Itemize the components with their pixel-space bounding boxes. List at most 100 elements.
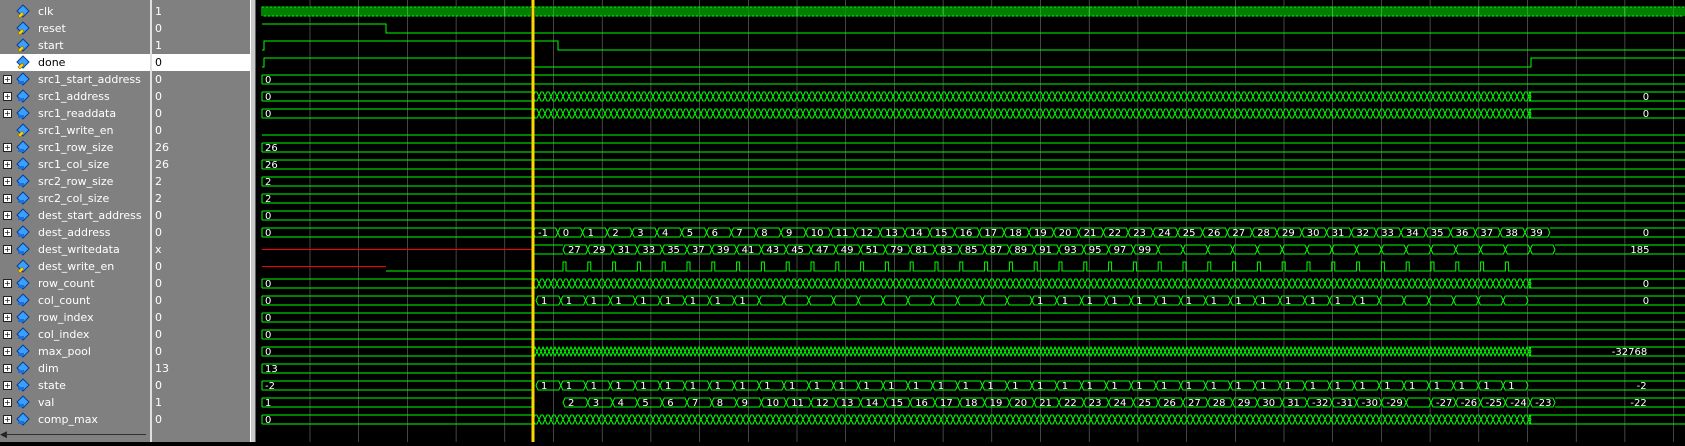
- bus-segment: [1072, 414, 1080, 425]
- signal-value[interactable]: 1: [152, 3, 250, 20]
- expand-plus-icon[interactable]: +: [3, 160, 12, 169]
- expand-plus-icon[interactable]: +: [3, 415, 12, 424]
- signal-value[interactable]: 0: [152, 20, 250, 37]
- name-pane-scrollbar[interactable]: ◀: [0, 429, 150, 441]
- signal-row-reset[interactable]: reset: [0, 20, 150, 37]
- signal-row-clk[interactable]: clk: [0, 3, 150, 20]
- bus-segment: [940, 91, 948, 102]
- signal-value[interactable]: 1: [152, 37, 250, 54]
- signal-value[interactable]: 1: [152, 394, 250, 411]
- wave-end-label: 0: [1643, 92, 1649, 103]
- wave-value-label: 1: [1335, 381, 1341, 392]
- signal-row-val[interactable]: + val: [0, 394, 150, 411]
- signal-name: src2_col_size: [38, 192, 110, 205]
- scroll-left-arrow-icon[interactable]: ◀: [0, 429, 7, 441]
- signal-row-start[interactable]: start: [0, 37, 150, 54]
- expand-plus-icon[interactable]: +: [3, 347, 12, 356]
- expand-plus-icon[interactable]: +: [3, 211, 12, 220]
- signal-value[interactable]: 0: [152, 122, 250, 139]
- signal-value[interactable]: 26: [152, 156, 250, 173]
- signal-row-max-pool[interactable]: + max_pool: [0, 343, 150, 360]
- signal-value[interactable]: 0: [152, 411, 250, 428]
- signal-value[interactable]: 0: [152, 275, 250, 292]
- signal-value[interactable]: 0: [152, 105, 250, 122]
- bus-segment: [585, 295, 611, 306]
- signal-value-pane[interactable]: 1 0 1 0 0 0 0 0 26 26 2 2 0 0 x 0 0 0 0 0 0 13 0 1 0: [152, 0, 250, 442]
- bus-segment: [1156, 345, 1162, 358]
- signal-value[interactable]: 0: [152, 54, 250, 71]
- bus-segment: [560, 345, 566, 358]
- expand-plus-icon[interactable]: +: [3, 177, 12, 186]
- signal-row-col-count[interactable]: + col_count: [0, 292, 150, 309]
- signal-value[interactable]: 26: [152, 139, 250, 156]
- expand-plus-icon[interactable]: +: [3, 109, 12, 118]
- signal-row-src2-row-size[interactable]: + src2_row_size: [0, 173, 150, 190]
- bus-segment: [946, 91, 954, 102]
- bus-segment: [928, 91, 936, 102]
- signal-row-src1-row-size[interactable]: + src1_row_size: [0, 139, 150, 156]
- expand-plus-icon[interactable]: +: [3, 279, 12, 288]
- wave-value-label: 31: [618, 245, 631, 256]
- waveform-pane[interactable]: 0 0 0 26 26 2 2 0 0 0 0 0 0 0 13 -2 1 0 -1 0 1 2 3 4 5 6 7 8 9 10 11 12…: [256, 0, 1685, 442]
- expand-plus-icon[interactable]: +: [3, 245, 12, 254]
- expand-plus-icon[interactable]: +: [3, 194, 12, 203]
- expand-plus-icon[interactable]: +: [3, 398, 12, 407]
- signal-value[interactable]: 0: [152, 292, 250, 309]
- signal-row-src1-write-en[interactable]: src1_write_en: [0, 122, 150, 139]
- bus-segment: [676, 345, 682, 358]
- bus-segment: [574, 108, 582, 119]
- bus-segment: [1144, 278, 1152, 289]
- scroll-track[interactable]: [4, 434, 146, 435]
- signal-value[interactable]: 0: [152, 326, 250, 343]
- signal-row-dest-write-en[interactable]: dest_write_en: [0, 258, 150, 275]
- signal-value[interactable]: 2: [152, 190, 250, 207]
- signal-row-done[interactable]: done: [0, 54, 150, 71]
- signal-row-dest-address[interactable]: + dest_address: [0, 224, 150, 241]
- signal-value[interactable]: 0: [152, 309, 250, 326]
- bus-segment: [972, 345, 978, 358]
- signal-value[interactable]: 0: [152, 207, 250, 224]
- signal-row-src1-address[interactable]: + src1_address: [0, 88, 150, 105]
- expand-plus-icon[interactable]: +: [3, 313, 12, 322]
- expand-plus-icon[interactable]: +: [3, 75, 12, 84]
- signal-value[interactable]: 0: [152, 377, 250, 394]
- expand-plus-icon[interactable]: +: [3, 381, 12, 390]
- expand-plus-icon[interactable]: +: [3, 228, 12, 237]
- signal-row-src1-start-address[interactable]: + src1_start_address: [0, 71, 150, 88]
- signal-row-src2-col-size[interactable]: + src2_col_size: [0, 190, 150, 207]
- signal-value[interactable]: x: [152, 241, 250, 258]
- signal-row-dest-start-address[interactable]: + dest_start_address: [0, 207, 150, 224]
- signal-row-src1-col-size[interactable]: + src1_col_size: [0, 156, 150, 173]
- signal-value[interactable]: 0: [152, 343, 250, 360]
- expand-plus-icon[interactable]: +: [3, 330, 12, 339]
- signal-value[interactable]: 0: [152, 258, 250, 275]
- bus-segment: [783, 380, 810, 391]
- signal-row-state[interactable]: + state: [0, 377, 150, 394]
- expand-plus-icon[interactable]: +: [3, 364, 12, 373]
- signal-value[interactable]: 0: [152, 88, 250, 105]
- signal-row-src1-readdata[interactable]: + src1_readdata: [0, 105, 150, 122]
- signal-name-pane[interactable]: clk reset start done + src1_start_address + src…: [0, 0, 150, 442]
- signal-row-row-count[interactable]: + row_count: [0, 275, 150, 292]
- bus-segment: [958, 278, 966, 289]
- signal-value[interactable]: 2: [152, 173, 250, 190]
- signal-row-comp-max[interactable]: + comp_max: [0, 411, 150, 428]
- signal-row-dim[interactable]: + dim: [0, 360, 150, 377]
- wave-value-label: 1: [1211, 296, 1217, 307]
- signal-row-dest-writedata[interactable]: + dest_writedata: [0, 241, 150, 258]
- bus-segment: [712, 345, 718, 358]
- waveform-canvas[interactable]: 000262622000000013-210-1 0 1 2 3 4 5 6 7 8 9 10 11 12…: [256, 0, 1685, 442]
- expand-plus-icon[interactable]: +: [3, 92, 12, 101]
- signal-value[interactable]: 0: [152, 71, 250, 88]
- bus-segment: [1348, 91, 1356, 102]
- expand-plus-icon[interactable]: +: [3, 143, 12, 152]
- signal-value[interactable]: 0: [152, 224, 250, 241]
- bus-segment: [732, 345, 738, 358]
- signal-row-row-index[interactable]: + row_index: [0, 309, 150, 326]
- signal-value[interactable]: 13: [152, 360, 250, 377]
- bus-segment: [1390, 91, 1398, 102]
- signal-icon: [16, 259, 30, 274]
- signal-row-col-index[interactable]: + col_index: [0, 326, 150, 343]
- expand-plus-icon[interactable]: +: [3, 296, 12, 305]
- signal-name: max_pool: [38, 345, 91, 358]
